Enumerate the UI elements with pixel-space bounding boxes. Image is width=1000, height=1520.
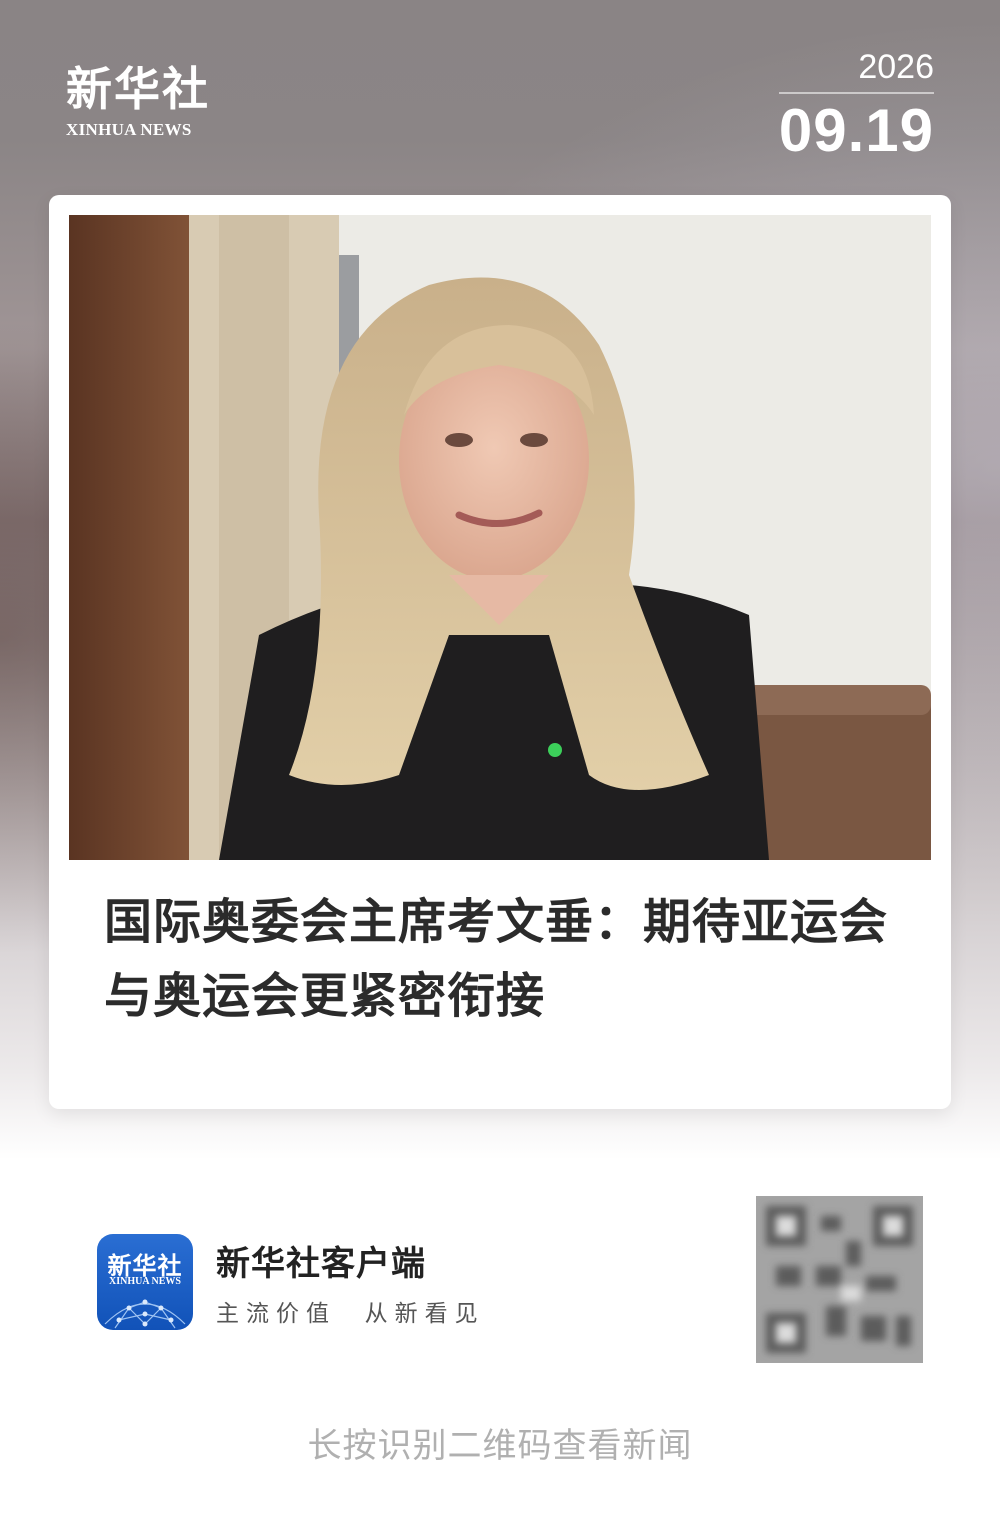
publish-date: 2026 09.19 [778,46,934,168]
date-year: 2026 [778,46,934,94]
portrait-illustration [69,215,931,860]
network-globe-icon [104,1299,186,1329]
qr-code[interactable] [756,1196,923,1363]
app-name: 新华社客户端 [216,1244,426,1284]
app-icon-english-text: XINHUA NEWS [109,1276,181,1287]
qr-code-image [756,1196,923,1363]
date-month-day: 09.19 [778,97,934,164]
app-slogan: 主流价值 从新看见 [216,1301,485,1327]
xinhua-logo: 新华社 XINHUA NEWS [66,62,210,140]
news-photo [69,215,931,860]
article-headline[interactable]: 国际奥委会主席考文垂：期待亚运会与奥运会更紧密衔接 [104,885,904,1033]
scan-qr-hint: 长按识别二维码查看新闻 [307,1426,693,1466]
xinhua-app-icon: 新华社 XINHUA NEWS [97,1234,193,1330]
logo-english-text: XINHUA NEWS [66,120,192,139]
logo-chinese-text: 新华社 [66,62,210,116]
news-card[interactable]: 国际奥委会主席考文垂：期待亚运会与奥运会更紧密衔接 [49,195,951,1109]
